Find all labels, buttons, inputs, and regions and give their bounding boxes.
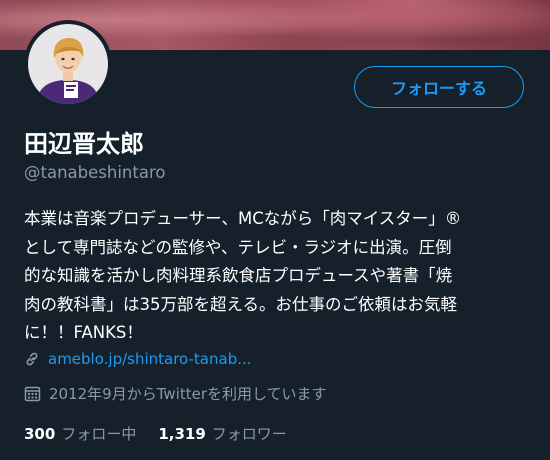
followers-count[interactable]: 1,319 bbox=[158, 425, 205, 443]
profile-handle: @tanabeshintaro bbox=[24, 163, 166, 182]
bio-line: に！！FANKS！ bbox=[24, 323, 143, 342]
joined-date: 2012年9月からTwitterを利用しています bbox=[49, 385, 327, 403]
profile-link-row: ameblo.jp/shintaro-tanab... bbox=[24, 350, 252, 368]
bio-line: 本業は音楽プロデューサー、MCながら「肉マイスター」® bbox=[24, 209, 462, 228]
profile-link[interactable]: ameblo.jp/shintaro-tanab... bbox=[48, 350, 252, 368]
profile-bio: 本業は音楽プロデューサー、MCながら「肉マイスター」® として専門誌などの監修や… bbox=[24, 205, 528, 348]
avatar-photo bbox=[28, 24, 108, 104]
followers-label[interactable]: フォロワー bbox=[212, 423, 287, 444]
bio-line: 肉の教科書」は35万部を超える。お仕事のご依頼はお気軽 bbox=[24, 294, 458, 314]
follow-stats: 300 フォロー中 1,319 フォロワー bbox=[24, 423, 287, 444]
bio-line: として専門誌などの監修や、テレビ・ラジオに出演。圧倒 bbox=[24, 237, 452, 257]
joined-date-row: 2012年9月からTwitterを利用しています bbox=[24, 383, 327, 404]
link-icon bbox=[26, 352, 38, 366]
follow-button[interactable]: フォローする bbox=[354, 66, 524, 108]
bio-line: 的な知識を活かし肉料理系飲食店プロデュースや著書「焼 bbox=[24, 266, 453, 285]
following-count[interactable]: 300 bbox=[24, 425, 55, 443]
profile-name: 田辺晋太郎 bbox=[24, 130, 144, 158]
calendar-icon bbox=[24, 386, 41, 402]
avatar[interactable] bbox=[24, 20, 112, 108]
following-label[interactable]: フォロー中 bbox=[61, 423, 136, 444]
